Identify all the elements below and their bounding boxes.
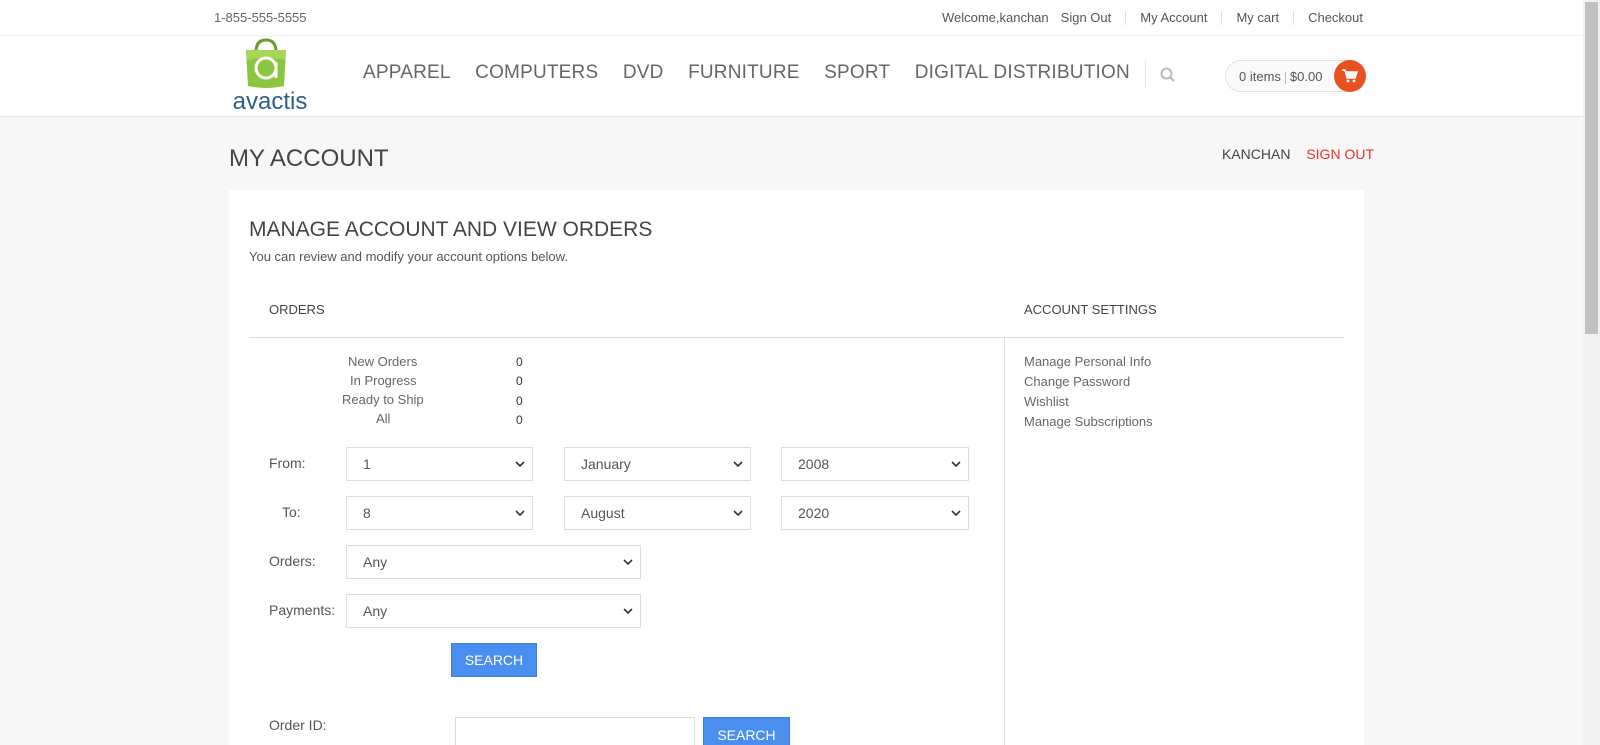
nav-dvd[interactable]: DVD bbox=[623, 62, 664, 84]
order-id-label: Order ID: bbox=[269, 717, 327, 733]
top-my-cart-link[interactable]: My cart bbox=[1236, 10, 1279, 25]
scrollbar-thumb[interactable] bbox=[1585, 2, 1598, 334]
sign-out-link[interactable]: SIGN OUT bbox=[1306, 146, 1374, 162]
order-id-input[interactable] bbox=[455, 717, 695, 745]
chevron-down-icon bbox=[623, 559, 633, 566]
stat-in-progress-value: 0 bbox=[516, 374, 523, 388]
divider bbox=[249, 337, 1344, 338]
cart-total: $0.00 bbox=[1289, 69, 1323, 84]
stat-new-orders-value: 0 bbox=[516, 355, 523, 369]
username-link[interactable]: KANCHAN bbox=[1222, 146, 1290, 162]
search-orders-button[interactable]: SEARCH bbox=[451, 643, 537, 677]
stat-in-progress-label[interactable]: In Progress bbox=[350, 373, 416, 388]
chevron-down-icon bbox=[515, 510, 525, 517]
welcome-text: Welcome,kanchan bbox=[941, 10, 1049, 25]
to-day-value: 8 bbox=[363, 505, 371, 521]
logo-text: avactis bbox=[233, 88, 308, 114]
cart-items: 0 items bbox=[1239, 69, 1281, 84]
change-password-link[interactable]: Change Password bbox=[1024, 374, 1130, 389]
divider bbox=[1004, 337, 1005, 745]
nav-apparel[interactable]: APPAREL bbox=[363, 62, 451, 84]
to-month-value: August bbox=[581, 505, 625, 521]
stat-ready-to-ship-value: 0 bbox=[516, 394, 523, 408]
page-title: MY ACCOUNT bbox=[229, 145, 389, 172]
cart-summary: 0 items $0.00 bbox=[1239, 69, 1322, 84]
phone-number: 1-855-555-5555 bbox=[214, 10, 307, 25]
top-sign-out-link[interactable]: Sign Out bbox=[1061, 10, 1112, 25]
to-label: To: bbox=[282, 504, 301, 520]
orders-status-value: Any bbox=[363, 554, 388, 570]
from-month-select[interactable]: January bbox=[564, 447, 751, 481]
payments-status-value: Any bbox=[363, 603, 388, 619]
panel-heading: MANAGE ACCOUNT AND VIEW ORDERS bbox=[249, 218, 653, 241]
chevron-down-icon bbox=[951, 510, 961, 517]
chevron-down-icon bbox=[733, 510, 743, 517]
from-year-value: 2008 bbox=[798, 456, 830, 472]
to-day-select[interactable]: 8 bbox=[346, 496, 533, 530]
from-day-value: 1 bbox=[363, 456, 371, 472]
top-links: Welcome,kanchan Sign Out My Account My c… bbox=[942, 10, 1363, 25]
divider bbox=[1145, 60, 1146, 88]
avactis-logo[interactable]: avactis bbox=[224, 38, 316, 115]
user-links: KANCHAN SIGN OUT bbox=[1222, 146, 1374, 162]
account-settings-header: ACCOUNT SETTINGS bbox=[1024, 302, 1157, 317]
manage-subscriptions-link[interactable]: Manage Subscriptions bbox=[1024, 414, 1153, 429]
payments-filter-label: Payments: bbox=[269, 602, 336, 618]
site-header: avactis APPAREL COMPUTERS DVD FURNITURE … bbox=[0, 36, 1583, 117]
chevron-down-icon bbox=[951, 461, 961, 468]
wishlist-link[interactable]: Wishlist bbox=[1024, 394, 1069, 409]
from-label: From: bbox=[269, 455, 306, 471]
top-bar: 1-855-555-5555 Welcome,kanchan Sign Out … bbox=[0, 0, 1583, 36]
shopping-cart-icon bbox=[1342, 69, 1358, 83]
mini-cart[interactable]: 0 items $0.00 bbox=[1225, 60, 1366, 92]
from-day-select[interactable]: 1 bbox=[346, 447, 533, 481]
top-my-account-link[interactable]: My Account bbox=[1140, 10, 1207, 25]
manage-personal-info-link[interactable]: Manage Personal Info bbox=[1024, 354, 1151, 369]
chevron-down-icon bbox=[623, 608, 633, 615]
nav-computers[interactable]: COMPUTERS bbox=[475, 62, 598, 84]
top-checkout-link[interactable]: Checkout bbox=[1308, 10, 1363, 25]
divider bbox=[1293, 10, 1295, 25]
orders-filter-label: Orders: bbox=[269, 553, 316, 569]
divider bbox=[1221, 10, 1223, 25]
chevron-down-icon bbox=[733, 461, 743, 468]
search-icon[interactable] bbox=[1159, 66, 1177, 84]
panel-subtitle: You can review and modify your account o… bbox=[249, 249, 568, 264]
stat-new-orders-label[interactable]: New Orders bbox=[348, 354, 417, 369]
from-month-value: January bbox=[581, 456, 631, 472]
to-year-value: 2020 bbox=[798, 505, 830, 521]
account-panel: MANAGE ACCOUNT AND VIEW ORDERS You can r… bbox=[229, 190, 1364, 745]
stat-all-label[interactable]: All bbox=[376, 411, 390, 426]
page-scrollbar[interactable] bbox=[1583, 0, 1600, 745]
to-month-select[interactable]: August bbox=[564, 496, 751, 530]
stat-all-value: 0 bbox=[516, 413, 523, 427]
nav-digital-distribution[interactable]: DIGITAL DISTRIBUTION bbox=[915, 62, 1130, 84]
cart-button[interactable] bbox=[1334, 60, 1366, 92]
orders-status-select[interactable]: Any bbox=[346, 545, 641, 579]
divider bbox=[1125, 10, 1127, 25]
orders-header: ORDERS bbox=[269, 302, 325, 317]
main-nav: APPAREL COMPUTERS DVD FURNITURE SPORT DI… bbox=[363, 62, 1154, 84]
from-year-select[interactable]: 2008 bbox=[781, 447, 969, 481]
search-order-id-button[interactable]: SEARCH bbox=[703, 717, 790, 745]
payments-status-select[interactable]: Any bbox=[346, 594, 641, 628]
chevron-down-icon bbox=[515, 461, 525, 468]
to-year-select[interactable]: 2020 bbox=[781, 496, 969, 530]
stat-ready-to-ship-label[interactable]: Ready to Ship bbox=[342, 392, 424, 407]
nav-sport[interactable]: SPORT bbox=[824, 62, 890, 84]
nav-furniture[interactable]: FURNITURE bbox=[688, 62, 800, 84]
